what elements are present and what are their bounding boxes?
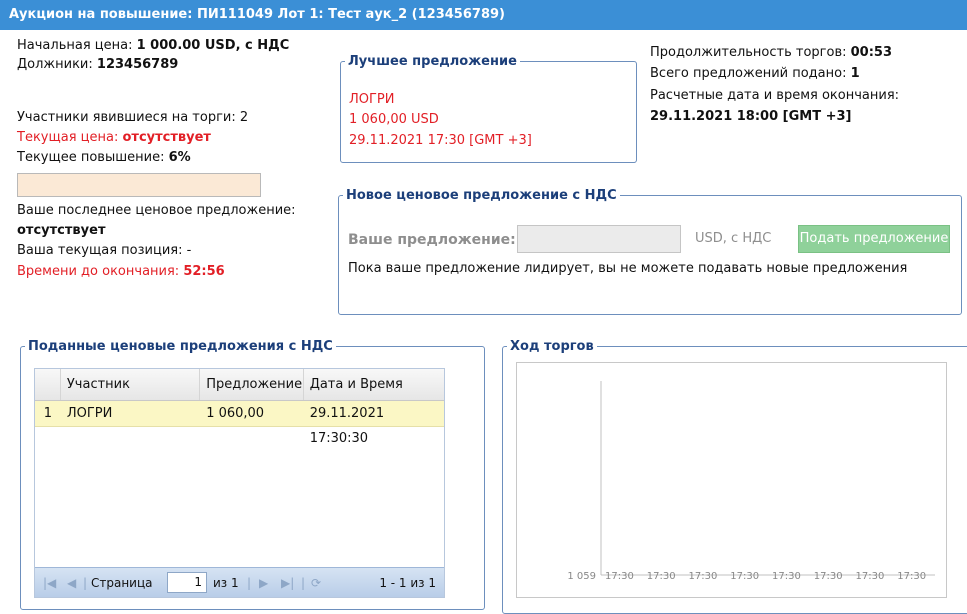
- total-offers-label: Всего предложений подано:: [650, 66, 851, 81]
- best-offer-amount: 1 060,00 USD: [349, 112, 439, 127]
- x-tick-label: 17:30: [689, 571, 718, 582]
- total-offers: Всего предложений подано: 1: [650, 66, 860, 81]
- new-offer-legend: Новое ценовое предложение с НДС: [346, 188, 617, 203]
- row-offer: 1 060,00: [206, 406, 265, 421]
- start-price: Начальная цена: 1 000.00 USD, с НДС: [17, 38, 289, 53]
- pager-separator: |: [83, 576, 88, 590]
- pager-separator: |: [301, 576, 306, 590]
- pager-separator: |: [247, 576, 252, 590]
- refresh-icon[interactable]: ⟳: [311, 568, 321, 598]
- start-price-value: 1 000.00 USD, с НДС: [136, 38, 290, 53]
- y-tick-label: 1 059: [567, 571, 596, 582]
- debtors-value: 123456789: [96, 57, 179, 72]
- progress-legend: Ход торгов: [510, 339, 594, 354]
- first-page-icon[interactable]: |◀: [43, 568, 56, 598]
- best-offer-participant: ЛОГРИ: [349, 92, 395, 107]
- duration-value: 00:53: [850, 45, 893, 60]
- total-offers-value: 1: [850, 66, 860, 81]
- current-raise-label: Текущее повышение:: [17, 150, 169, 165]
- page-of-label: из 1: [213, 576, 239, 590]
- x-tick-label: 17:30: [647, 571, 676, 582]
- last-page-icon[interactable]: ▶|: [281, 568, 294, 598]
- duration-label: Продолжительность торгов:: [650, 45, 851, 60]
- x-tick-label: 17:30: [856, 571, 885, 582]
- current-raise: Текущее повышение: 6%: [17, 150, 191, 165]
- debtors: Должники: 123456789: [17, 57, 178, 72]
- x-tick-label: 17:30: [814, 571, 843, 582]
- x-tick-label: 17:30: [897, 571, 926, 582]
- progress-chart: 1 059 17:30 17:30 17:30 17:30 17:30 17:30 17:30…: [516, 362, 947, 598]
- debtors-label: Должники:: [17, 57, 97, 72]
- currency-label: USD, с НДС: [695, 231, 772, 246]
- time-left: Времени до окончания: 52:56: [17, 264, 225, 279]
- page-number-input[interactable]: 1: [167, 572, 207, 593]
- page-label: Страница: [91, 576, 153, 590]
- current-price-value: отсутствует: [122, 130, 211, 145]
- your-offer-label: Ваше предложение:: [348, 232, 516, 248]
- window-title: Аукцион на повышение: ПИ111049 Лот 1: Те…: [0, 0, 967, 30]
- progress-chart-svg: 1 059 17:30 17:30 17:30 17:30 17:30 17:30 17:30…: [567, 381, 935, 582]
- prev-page-icon[interactable]: ◀: [67, 568, 76, 598]
- last-offer-value: отсутствует: [17, 223, 106, 238]
- row-number: 1: [43, 406, 53, 421]
- participants-count: Участники явившиеся на торги: 2: [17, 110, 249, 125]
- col-participant-header[interactable]: Участник: [61, 369, 201, 400]
- row-datetime: 29.11.2021 17:30:30: [309, 406, 385, 446]
- col-offer-header[interactable]: Предложение: [200, 369, 304, 400]
- end-label: Расчетные дата и время окончания:: [650, 88, 900, 103]
- grid-header: Участник Предложение Дата и Время: [35, 369, 444, 401]
- x-tick-label: 17:30: [730, 571, 759, 582]
- offer-amount-input[interactable]: [517, 225, 681, 253]
- start-price-label: Начальная цена:: [17, 38, 137, 53]
- time-left-value: 52:56: [183, 264, 225, 279]
- best-offer-legend: Лучшее предложение: [348, 54, 517, 69]
- current-position: Ваша текущая позиция: -: [17, 243, 192, 258]
- x-tick-label: 17:30: [605, 571, 634, 582]
- current-price: Текущая цена: отсутствует: [17, 130, 211, 145]
- current-price-label: Текущая цена:: [17, 130, 123, 145]
- best-offer-datetime: 29.11.2021 17:30 [GMT +3]: [349, 133, 532, 148]
- x-tick-label: 17:30: [772, 571, 801, 582]
- bids-grid: Участник Предложение Дата и Время 1 ЛОГР…: [34, 368, 445, 598]
- end-value: 29.11.2021 18:00 [GMT +3]: [650, 109, 852, 124]
- col-datetime-header[interactable]: Дата и Время: [304, 369, 444, 400]
- col-num-header[interactable]: [35, 369, 61, 400]
- table-row[interactable]: 1 ЛОГРИ 1 060,00 29.11.2021 17:30:30: [35, 401, 444, 446]
- grid-pager: |◀ ◀ | Страница 1 из 1 | ▶ ▶| | ⟳ 1 - 1 …: [35, 567, 444, 597]
- next-page-icon[interactable]: ▶: [259, 568, 268, 598]
- row-participant: ЛОГРИ: [66, 406, 113, 421]
- duration: Продолжительность торгов: 00:53: [650, 45, 892, 60]
- time-left-label: Времени до окончания:: [17, 264, 184, 279]
- submit-offer-button[interactable]: Подать предложение: [798, 225, 950, 253]
- pager-summary: 1 - 1 из 1: [379, 576, 436, 590]
- offer-notice: Пока ваше предложение лидирует, вы не мо…: [348, 261, 908, 276]
- current-raise-value: 6%: [168, 150, 191, 165]
- raise-input[interactable]: [17, 173, 261, 197]
- bids-legend: Поданные ценовые предложения с НДС: [28, 339, 333, 354]
- last-offer-label: Ваше последнее ценовое предложение:: [17, 203, 296, 218]
